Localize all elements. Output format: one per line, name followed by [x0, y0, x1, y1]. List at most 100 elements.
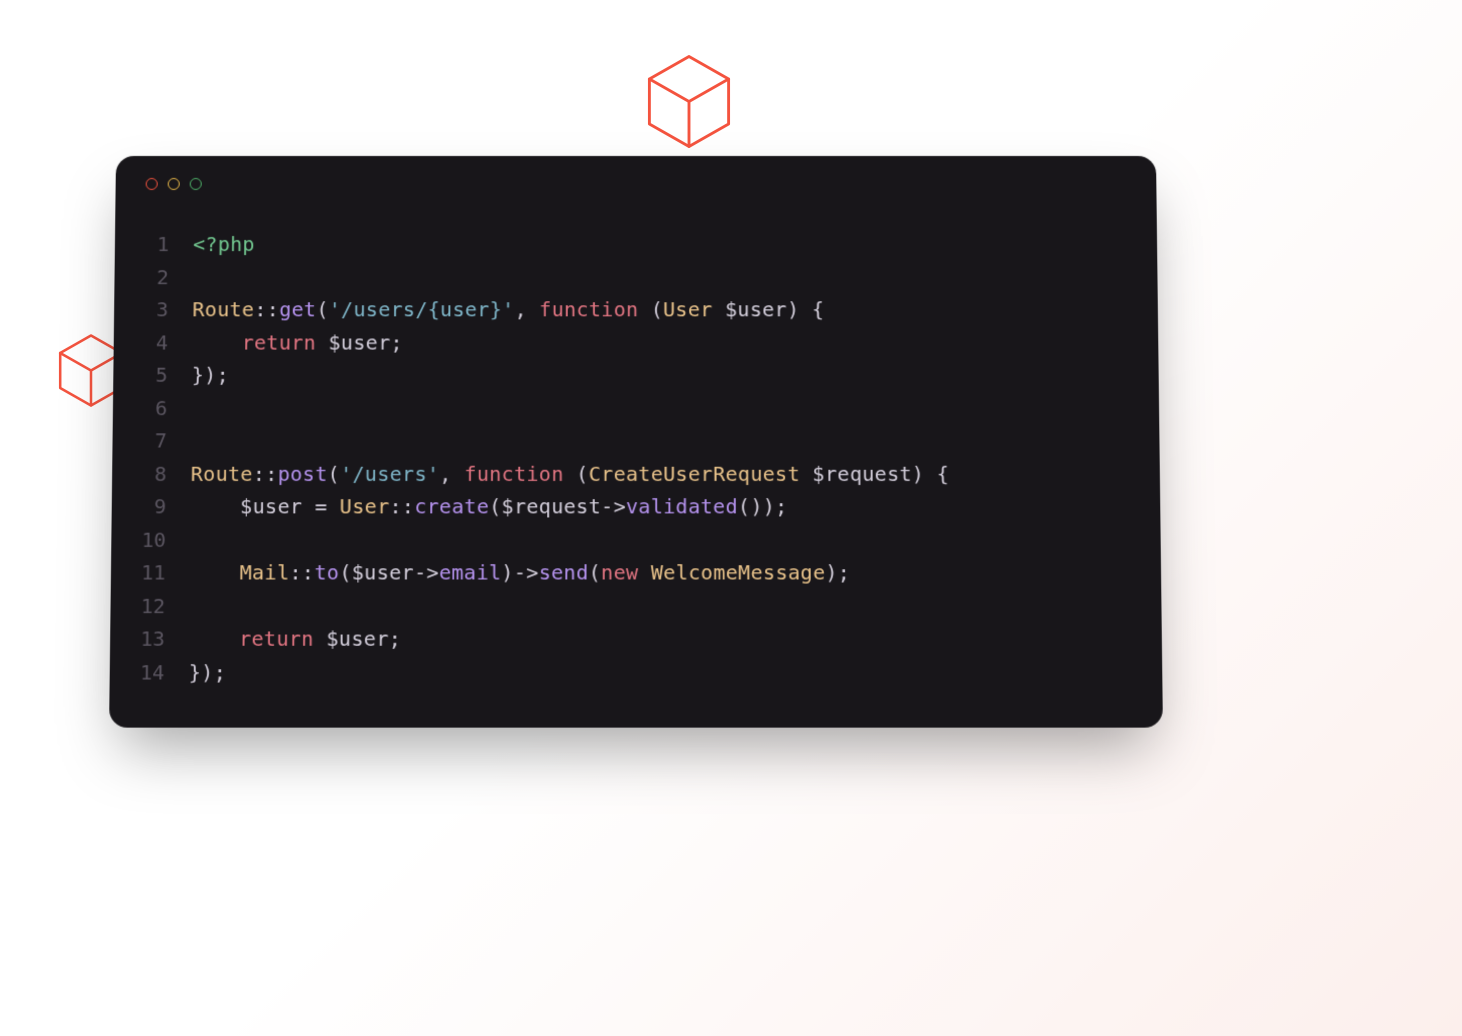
close-icon[interactable]	[146, 178, 158, 190]
code-line: 14});	[140, 655, 1132, 688]
token: $user	[316, 330, 391, 354]
line-number: 13	[140, 622, 189, 655]
token: User	[663, 297, 725, 321]
code-line: 11 Mail::to($user->email)->send(new Welc…	[141, 556, 1131, 589]
line-number: 6	[143, 391, 192, 424]
line-number: 3	[144, 293, 193, 326]
minimize-icon[interactable]	[168, 178, 180, 190]
token: ->	[414, 560, 439, 584]
line-number: 12	[141, 589, 190, 622]
code-line: 10	[141, 523, 1130, 556]
token: $user	[352, 560, 414, 584]
line-content: });	[189, 655, 227, 688]
token: (	[638, 297, 663, 321]
token: $request	[501, 494, 601, 518]
code-line: 2	[144, 261, 1127, 294]
line-number: 8	[142, 457, 191, 490]
line-number: 14	[140, 655, 189, 688]
line-number: 7	[143, 424, 192, 457]
line-content	[191, 424, 204, 457]
code-line: 7	[143, 424, 1130, 457]
line-content: $user = User::create($request->validated…	[190, 490, 788, 523]
line-content: });	[192, 359, 230, 392]
token: $request	[812, 461, 912, 485]
line-content: Route::post('/users', function (CreateUs…	[191, 457, 950, 490]
line-number: 11	[141, 556, 190, 589]
token: )	[501, 560, 514, 584]
line-number: 2	[144, 261, 192, 294]
token: to	[314, 560, 339, 584]
token: validated	[626, 494, 738, 518]
token: ::	[389, 494, 414, 518]
token: ) {	[912, 461, 949, 485]
token: (	[589, 560, 601, 584]
token: ::	[289, 560, 314, 584]
code-line: 6	[143, 391, 1129, 424]
code-line: 9 $user = User::create($request->validat…	[142, 490, 1130, 523]
line-content: Mail::to($user->email)->send(new Welcome…	[190, 556, 851, 589]
line-number: 1	[145, 228, 193, 261]
token: <?php	[193, 232, 255, 256]
token: '/users/{user}'	[329, 297, 515, 321]
token: CreateUserRequest	[589, 461, 813, 485]
token: $user	[314, 626, 389, 651]
line-content	[193, 261, 206, 294]
line-number: 9	[142, 490, 191, 523]
code-line: 12	[141, 589, 1132, 622]
token: Mail	[239, 560, 289, 584]
line-content: Route::get('/users/{user}', function (Us…	[192, 293, 824, 326]
token: User	[340, 494, 390, 518]
token: ,	[514, 297, 539, 321]
token: $user	[190, 494, 315, 518]
token: ->	[514, 560, 539, 584]
code-line: 5});	[143, 359, 1128, 392]
token: ::	[254, 297, 279, 321]
token: =	[315, 494, 340, 518]
token	[189, 626, 239, 651]
token: Route	[191, 461, 253, 485]
token: create	[414, 494, 489, 518]
maximize-icon[interactable]	[190, 178, 202, 190]
token: );	[825, 560, 850, 584]
line-number: 10	[141, 523, 190, 556]
token: });	[189, 660, 227, 685]
line-number: 5	[143, 359, 192, 392]
code-line: 13 return $user;	[140, 622, 1131, 655]
token: (	[489, 494, 502, 518]
token: (	[339, 560, 352, 584]
token: WelcomeMessage	[638, 560, 825, 584]
token: ) {	[787, 297, 824, 321]
token: '/users'	[340, 461, 440, 485]
line-content: <?php	[193, 228, 255, 261]
line-content	[189, 589, 202, 622]
token: (	[327, 461, 340, 485]
code-editor-window: 1<?php2 3Route::get('/users/{user}', fun…	[109, 156, 1163, 728]
token: (	[316, 297, 329, 321]
token: get	[279, 297, 316, 321]
token: ;	[390, 330, 403, 354]
line-content: return $user;	[192, 326, 403, 359]
token: Route	[192, 297, 254, 321]
token: return	[242, 330, 317, 354]
window-controls	[115, 156, 1156, 198]
cube-icon	[644, 52, 734, 152]
line-content	[190, 523, 203, 556]
token: return	[239, 626, 314, 651]
token: $user	[725, 297, 787, 321]
line-content: return $user;	[189, 622, 401, 655]
token	[190, 560, 240, 584]
token: post	[278, 461, 328, 485]
token: ,	[439, 461, 464, 485]
token: email	[439, 560, 501, 584]
token: ());	[738, 494, 788, 518]
token: send	[539, 560, 589, 584]
code-line: 8Route::post('/users', function (CreateU…	[142, 457, 1130, 490]
token: ->	[601, 494, 626, 518]
line-number: 4	[144, 326, 193, 359]
token: function	[539, 297, 638, 321]
code-line: 3Route::get('/users/{user}', function (U…	[144, 293, 1128, 326]
token: ;	[389, 626, 402, 651]
token: new	[601, 560, 638, 584]
code-line: 1<?php	[145, 228, 1127, 261]
line-content	[191, 391, 204, 424]
